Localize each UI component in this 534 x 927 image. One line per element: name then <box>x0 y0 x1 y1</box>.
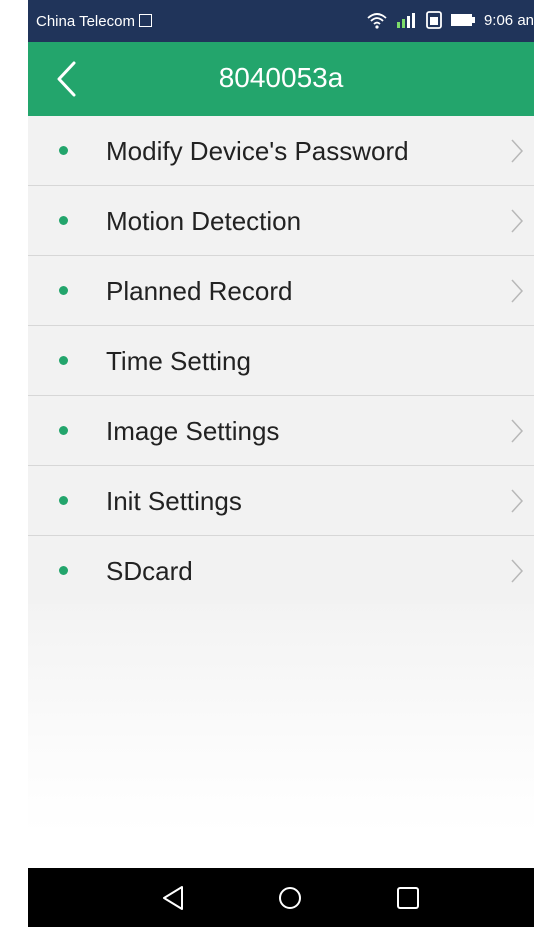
bullet-dot-icon <box>59 216 68 225</box>
chevron-right-icon <box>511 139 524 163</box>
list-item-label: Time Setting <box>106 346 251 376</box>
chevron-right-icon <box>511 489 524 513</box>
list-item-sdcard[interactable]: SDcard <box>28 536 534 606</box>
nav-recents-button[interactable] <box>394 884 422 912</box>
bullet-dot-icon <box>59 566 68 575</box>
system-nav-bar <box>28 868 534 927</box>
list-item-label: Motion Detection <box>106 206 302 236</box>
chevron-right-icon <box>511 419 524 443</box>
status-bar: China Telecom 9:06 an <box>28 0 534 42</box>
screen: China Telecom 9:06 an 8040053a Modify De… <box>0 0 534 927</box>
empty-area <box>28 604 534 834</box>
signal-icon <box>396 11 418 29</box>
list-item-planned-record[interactable]: Planned Record <box>28 256 534 326</box>
triangle-back-icon <box>163 886 183 910</box>
list-item-motion-detection[interactable]: Motion Detection <box>28 186 534 256</box>
list-item-label: Init Settings <box>106 486 242 516</box>
status-icons: 9:06 an <box>366 11 534 29</box>
list-item-time-setting[interactable]: Time Setting <box>28 326 534 396</box>
bullet-dot-icon <box>59 426 68 435</box>
clock: 9:06 an <box>483 11 534 29</box>
sim-icon <box>138 14 152 27</box>
bullet-dot-icon <box>59 146 68 155</box>
list-item-label: Image Settings <box>106 416 280 446</box>
bullet-dot-icon <box>59 356 68 365</box>
bullet-dot-icon <box>59 496 68 505</box>
nav-back-button[interactable] <box>160 884 188 912</box>
list-item-image-settings[interactable]: Image Settings <box>28 396 534 466</box>
carrier-info: China Telecom <box>36 13 152 30</box>
portrait-lock-icon <box>426 11 442 29</box>
app-header: 8040053a <box>28 42 534 116</box>
battery-icon <box>450 13 476 27</box>
carrier-name: China Telecom <box>36 13 135 30</box>
list-item-label: Planned Record <box>106 276 293 306</box>
square-recents-icon <box>397 887 419 909</box>
bullet-dot-icon <box>59 286 68 295</box>
chevron-right-icon <box>511 279 524 303</box>
chevron-right-icon <box>511 559 524 583</box>
wifi-icon <box>366 11 388 29</box>
page-title: 8040053a <box>218 62 344 93</box>
list-item-init-settings[interactable]: Init Settings <box>28 466 534 536</box>
list-item-modify-password[interactable]: Modify Device's Password <box>28 116 534 186</box>
settings-list: Modify Device's Password Motion Detectio… <box>28 116 534 606</box>
chevron-right-icon <box>511 209 524 233</box>
circle-home-icon <box>279 887 301 909</box>
nav-home-button[interactable] <box>276 884 304 912</box>
list-item-label: Modify Device's Password <box>106 136 409 166</box>
list-item-label: SDcard <box>106 556 193 586</box>
